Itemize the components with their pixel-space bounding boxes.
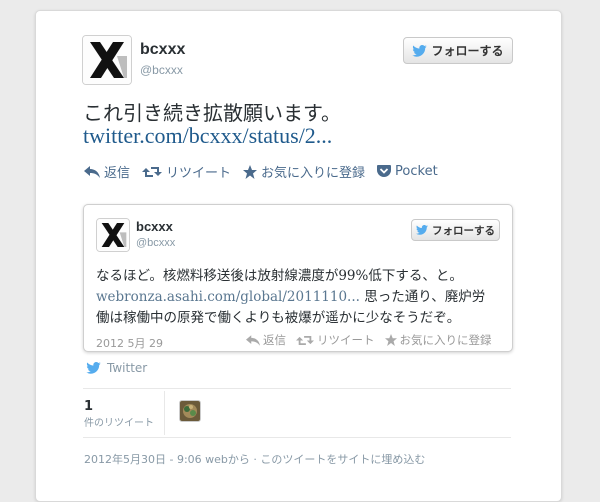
twitter-bird-icon — [86, 362, 101, 374]
twitter-bird-icon — [412, 44, 428, 57]
retweet-button[interactable]: リツイート — [142, 162, 231, 181]
favorite-button[interactable]: お気に入りに登録 — [243, 162, 365, 181]
pocket-button[interactable]: Pocket — [377, 164, 438, 179]
stats-separator — [164, 391, 165, 435]
quoted-tweet[interactable]: bcxxx @bcxxx フォローする なるほど。核燃料移送後は放射線濃度が99… — [83, 204, 513, 352]
star-icon — [384, 334, 397, 346]
avatar[interactable] — [82, 35, 132, 85]
tweet-text: これ引き続き拡散願います。 — [83, 101, 341, 125]
retweeter-avatar-image — [180, 401, 200, 421]
tweet-actions: 返信 リツイート お気に入りに登録 Pocket — [84, 162, 450, 181]
favorite-label: お気に入りに登録 — [261, 166, 366, 181]
quoted-favorite-button[interactable]: お気に入りに登録 — [384, 332, 492, 348]
follow-button-label: フォローする — [431, 44, 504, 58]
reply-label: 返信 — [104, 166, 131, 181]
quoted-link[interactable]: webronza.asahi.com/global/2011110... — [96, 289, 360, 305]
source-label: Twitter — [107, 361, 148, 375]
quoted-favorite-label: お気に入りに登録 — [399, 333, 492, 347]
reply-icon — [84, 165, 100, 178]
tweet-card: bcxxx @bcxxx フォローする これ引き続き拡散願います。 twitte… — [35, 10, 562, 502]
divider-top — [83, 388, 511, 389]
tweet-link[interactable]: twitter.com/bcxxx/status/2... — [83, 123, 332, 149]
quoted-reply-button[interactable]: 返信 — [246, 332, 286, 348]
tweet-footer: 2012年5月30日 - 9:06 webから · このツイートをサイトに埋め込… — [84, 453, 426, 466]
quoted-follow-label: フォローする — [432, 224, 495, 237]
source-twitter[interactable]: Twitter — [86, 361, 147, 375]
retweet-label: リツイート — [166, 166, 232, 181]
retweet-count[interactable]: 1 — [84, 399, 93, 414]
quoted-retweet-label: リツイート — [317, 333, 375, 347]
quoted-reply-label: 返信 — [263, 333, 286, 347]
retweet-count-label: 件のリツイート — [84, 418, 154, 429]
x-logo-icon — [83, 36, 131, 84]
quoted-author-handle[interactable]: @bcxxx — [136, 237, 175, 249]
star-icon — [243, 164, 258, 179]
quoted-avatar[interactable] — [96, 218, 130, 252]
twitter-bird-icon — [416, 225, 428, 235]
x-logo-icon — [97, 219, 129, 251]
reply-icon — [246, 334, 260, 346]
quoted-date[interactable]: 2012 5月 29 — [96, 335, 163, 351]
follow-button[interactable]: フォローする — [403, 37, 513, 64]
quoted-text-line-2-rest: 思った通り、廃炉労 — [359, 289, 486, 305]
retweeter-avatar[interactable] — [179, 400, 201, 422]
divider-bottom — [83, 437, 511, 438]
reply-button[interactable]: 返信 — [84, 162, 130, 181]
quoted-retweet-button[interactable]: リツイート — [296, 332, 375, 348]
author-handle[interactable]: @bcxxx — [140, 63, 183, 77]
quoted-text-line-3: 働は稼働中の原発で働くよりも被爆が遥かに少なそうだぞ。 — [96, 310, 461, 326]
quoted-author-name[interactable]: bcxxx — [136, 219, 173, 234]
pocket-label: Pocket — [395, 164, 438, 179]
retweet-icon — [142, 166, 163, 177]
retweet-icon — [296, 335, 314, 345]
author-name[interactable]: bcxxx — [140, 41, 185, 59]
quoted-follow-button[interactable]: フォローする — [411, 219, 500, 241]
quoted-text-line-2: webronza.asahi.com/global/2011110... 思った… — [96, 285, 485, 305]
quoted-text-line-1: なるほど。核燃料移送後は放射線濃度が99%低下する、と。 — [96, 268, 463, 284]
pocket-icon — [377, 165, 392, 177]
quoted-actions: 返信 リツイート お気に入りに登録 — [246, 332, 502, 348]
